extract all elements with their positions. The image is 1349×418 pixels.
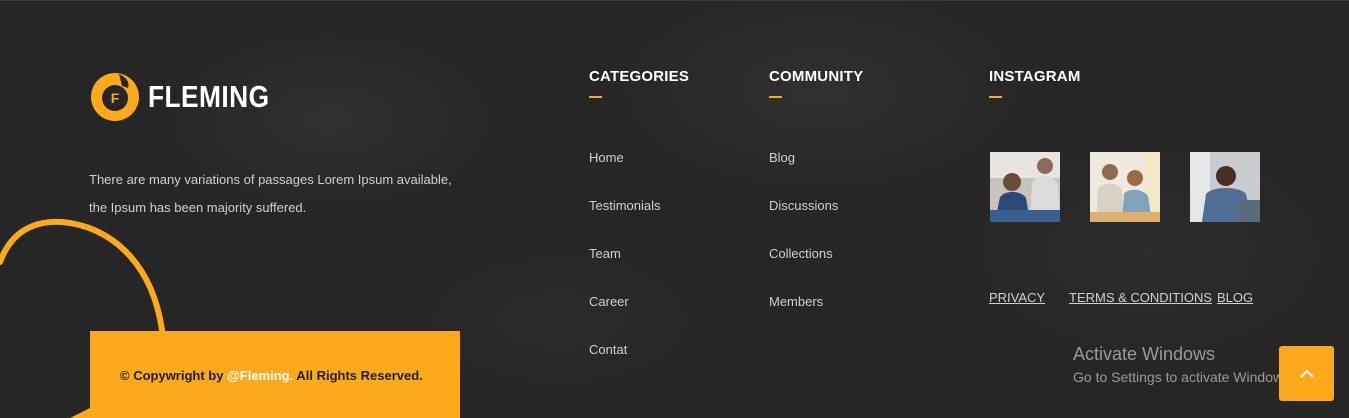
about-text: There are many variations of passages Lo…: [89, 172, 452, 215]
categories-underline: [589, 96, 602, 98]
copyright-prefix: © Copywright by: [120, 368, 228, 383]
community-link-discussions[interactable]: Discussions: [769, 198, 838, 246]
categories-link-team[interactable]: Team: [589, 246, 661, 294]
categories-link-home[interactable]: Home: [589, 150, 661, 198]
top-divider: [0, 0, 1349, 1]
chevron-up-icon: [1299, 369, 1314, 378]
terms-link[interactable]: TERMS & CONDITIONS: [1069, 290, 1212, 305]
categories-link-career[interactable]: Career: [589, 294, 661, 342]
categories-list: Home Testimonials Team Career Contat: [589, 150, 661, 390]
community-title: COMMUNITY: [769, 68, 864, 85]
copyright-box: © Copywright by @Fleming. All Rights Res…: [90, 331, 460, 418]
instagram-title: INSTAGRAM: [989, 68, 1081, 85]
copyright-suffix: All Rights Reserved.: [293, 368, 423, 383]
privacy-link[interactable]: PRIVACY: [989, 290, 1045, 305]
blog-link[interactable]: BLOG: [1217, 290, 1253, 305]
brand-logo-icon: F: [90, 72, 140, 122]
brand-name: FLEMING: [148, 79, 270, 114]
activation-title: Activate Windows: [1073, 344, 1216, 364]
instagram-photo-meeting[interactable]: [990, 152, 1060, 222]
community-column: COMMUNITY Blog Discussions Collections M…: [769, 68, 864, 309]
brand-logo[interactable]: F FLEMING: [90, 72, 291, 122]
instagram-column: INSTAGRAM: [989, 68, 1081, 98]
categories-link-testimonials[interactable]: Testimonials: [589, 198, 661, 246]
categories-title: CATEGORIES: [589, 68, 690, 85]
instagram-underline: [989, 96, 1002, 98]
community-link-collections[interactable]: Collections: [769, 246, 838, 294]
community-list: Blog Discussions Collections Members: [769, 150, 838, 342]
community-link-members[interactable]: Members: [769, 294, 838, 342]
copyright-text: © Copywright by @Fleming. All Rights Res…: [120, 368, 423, 383]
windows-activation-watermark: Activate Windows Go to Settings to activ…: [1073, 344, 1294, 385]
categories-link-contact[interactable]: Contat: [589, 342, 661, 390]
activation-subtitle: Go to Settings to activate Windows.: [1073, 369, 1294, 385]
instagram-photo-team[interactable]: [1090, 152, 1160, 222]
copyright-brand-link[interactable]: @Fleming.: [227, 368, 293, 383]
community-link-blog[interactable]: Blog: [769, 150, 838, 198]
community-underline: [769, 96, 782, 98]
back-to-top-button[interactable]: [1279, 346, 1334, 401]
instagram-photo-laughing[interactable]: [1190, 152, 1260, 222]
categories-column: CATEGORIES Home Testimonials Team Career…: [589, 68, 690, 357]
svg-text:F: F: [111, 90, 120, 106]
